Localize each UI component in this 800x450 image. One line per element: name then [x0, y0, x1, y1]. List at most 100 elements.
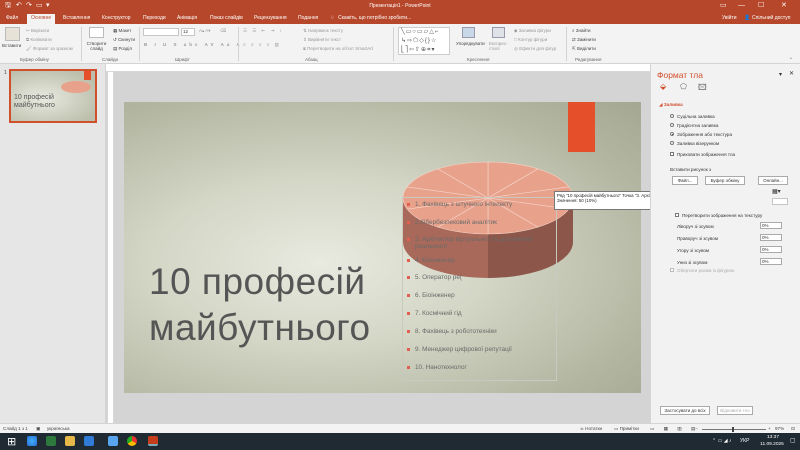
solid-fill-radio[interactable] [670, 114, 674, 118]
spellcheck-icon[interactable]: ▣ [36, 426, 40, 432]
gradient-fill-radio[interactable] [670, 123, 674, 127]
mail-icon[interactable] [84, 436, 94, 446]
edge-icon[interactable] [27, 436, 37, 446]
notes-button[interactable]: ≐ Нотатки [580, 426, 602, 432]
tab-transitions[interactable]: Переходи [143, 15, 166, 21]
picture-category-icon[interactable]: 🖾 [698, 82, 707, 96]
arrange-button[interactable]: Упорядкувати [456, 41, 485, 46]
file-explorer-icon[interactable] [65, 436, 75, 446]
ribbon-options-icon[interactable]: ▭ [720, 1, 727, 10]
fill-section-header[interactable]: ◢ Заливка [659, 102, 683, 108]
zoom-out-icon[interactable]: − [695, 426, 698, 431]
tab-animations[interactable]: Анімація [177, 15, 197, 21]
tray-icons[interactable]: ⌃ ▭ ◢ ♪ [712, 438, 731, 444]
offset-top-input[interactable]: 0% [760, 246, 782, 253]
new-slide-button[interactable]: Створити слайд [84, 41, 109, 51]
copy-button[interactable]: ⧉ Копіювати [26, 37, 52, 42]
tab-home[interactable]: Основне [27, 14, 56, 24]
maximize-button[interactable]: ☐ [758, 1, 764, 10]
online-button[interactable]: Онлайн... [758, 176, 788, 185]
minimize-button[interactable]: — [738, 1, 745, 10]
fill-category-icon[interactable]: ⬙ [660, 82, 666, 91]
shape-effects-button[interactable]: ◎ Ефекти для фігур [514, 46, 556, 52]
tab-slideshow[interactable]: Показ слайдів [210, 15, 243, 21]
reset-background-button[interactable]: Відновити тло [717, 406, 753, 415]
cut-button[interactable]: ✂ Вирізати [26, 28, 49, 34]
slide-title-line2[interactable]: майбутнього [149, 308, 371, 348]
tell-me-box[interactable]: Скажіть, що потрібно зробити... [338, 15, 411, 21]
select-button[interactable]: ⇱ Виділити [572, 46, 596, 52]
list-icons[interactable]: ☰ ☰ ⇤ ⇥ ↕ [243, 28, 284, 34]
sign-in-link[interactable]: Увійти [722, 15, 737, 21]
font-size-input[interactable]: 12 [181, 28, 195, 36]
store-icon[interactable] [108, 436, 118, 446]
font-style-icons[interactable]: B I U S abc AV Aa A [144, 42, 243, 47]
grow-font-icon[interactable]: A▴ A▾ [199, 28, 211, 34]
input-language[interactable]: УКР [740, 438, 749, 444]
hide-bg-checkbox[interactable] [670, 152, 674, 156]
clear-format-icon[interactable]: ⌫ [220, 28, 226, 34]
zoom-thumb[interactable] [732, 427, 734, 432]
close-button[interactable]: ✕ [781, 1, 787, 10]
layout-button[interactable]: ▦ Макет [113, 28, 131, 34]
slide-thumbnail[interactable]: 10 професій майбутнього [9, 69, 97, 123]
shape-fill-button[interactable]: ◆ Заливка фігури [514, 28, 551, 34]
paste-button[interactable]: Вставити [2, 43, 21, 48]
start-icon[interactable]: ⊞ [7, 435, 16, 448]
apply-all-button[interactable]: Застосувати до всіх [660, 406, 710, 415]
offset-bottom-input[interactable]: 0% [760, 258, 782, 265]
text-direction-button[interactable]: ⇅ Напрямок тексту [303, 28, 343, 34]
comments-button[interactable]: ▭ Примітки [614, 426, 639, 432]
share-button[interactable]: Спільний доступ [752, 15, 790, 21]
shape-outline-button[interactable]: □ Контур фігури [514, 37, 547, 42]
texture-picker-icon[interactable]: ▦▾ [772, 188, 781, 195]
tab-review[interactable]: Рецензування [254, 15, 287, 21]
quick-styles-button[interactable]: Експрес-стилі [489, 41, 511, 51]
collapse-ribbon-icon[interactable]: ⌃ [789, 57, 793, 63]
app-icon[interactable] [46, 436, 56, 446]
tab-view[interactable]: Подання [298, 15, 318, 21]
replace-button[interactable]: ⇄ Замінити [572, 37, 596, 43]
zoom-slider[interactable] [702, 429, 766, 430]
powerpoint-icon[interactable] [148, 436, 158, 446]
notifications-icon[interactable]: ▢ [790, 437, 796, 444]
reset-button[interactable]: ↺ Скинути [113, 37, 135, 43]
align-icons[interactable]: ≡ ≡ ≡ ≡ ▥ [243, 42, 281, 48]
fit-slide-icon[interactable]: ⊡ [791, 426, 795, 432]
picture-fill-radio[interactable] [670, 132, 674, 136]
panel-close-icon[interactable]: ✕ [789, 70, 794, 77]
smartart-button[interactable]: ⧈ Перетворити на об'єкт SmartArt [303, 46, 373, 51]
paste-icon[interactable] [5, 27, 20, 41]
offset-right-input[interactable]: 0% [760, 234, 782, 241]
zoom-level[interactable]: 97% [775, 426, 784, 431]
slide[interactable]: 10 професій майбутнього 1. Фахівець з шт… [124, 102, 641, 393]
effects-category-icon[interactable]: ⬠ [680, 82, 687, 91]
clipboard-button[interactable]: Буфер обміну [705, 176, 745, 185]
format-painter-button[interactable]: 🖌 Формат за зразком [26, 46, 73, 52]
share-icon[interactable]: 👤 [744, 15, 750, 21]
slide-title-line1[interactable]: 10 професій [149, 262, 366, 302]
offset-left-input[interactable]: 0% [760, 222, 782, 229]
shapes-gallery[interactable]: ╲▭○▭▱△⌐ ↳⇨⬠◇{}☆ ⎣⎤⇦⇧⊕⌗▾ [398, 27, 450, 55]
transparency-input[interactable] [772, 198, 788, 205]
panel-options-icon[interactable]: ▾ [779, 71, 782, 78]
align-text-button[interactable]: ⇕ Вирівняти текст [303, 37, 341, 43]
language-indicator[interactable]: українська [47, 426, 70, 431]
chart-legend[interactable]: 1. Фахівець з штучного інтелекту 2.Кібер… [402, 197, 557, 381]
rotate-checkbox[interactable] [670, 268, 674, 272]
find-button[interactable]: ⌕ Знайти [572, 28, 591, 33]
new-slide-icon[interactable] [89, 27, 104, 38]
tab-design[interactable]: Конструктор [102, 15, 131, 21]
tile-checkbox[interactable] [675, 213, 679, 217]
chrome-icon[interactable] [127, 436, 137, 446]
view-buttons[interactable]: ▭ ▦ ▥ ▤ [650, 426, 699, 432]
tab-insert[interactable]: Вставлення [63, 15, 90, 21]
tab-file[interactable]: Файл [6, 15, 18, 21]
quick-styles-icon[interactable] [492, 27, 505, 38]
zoom-in-icon[interactable]: + [768, 426, 771, 431]
pattern-fill-radio[interactable] [670, 141, 674, 145]
arrange-icon[interactable] [462, 27, 475, 38]
section-button[interactable]: ▤ Розділ [113, 46, 132, 52]
file-button[interactable]: Файл... [672, 176, 698, 185]
font-name-input[interactable] [143, 28, 179, 36]
